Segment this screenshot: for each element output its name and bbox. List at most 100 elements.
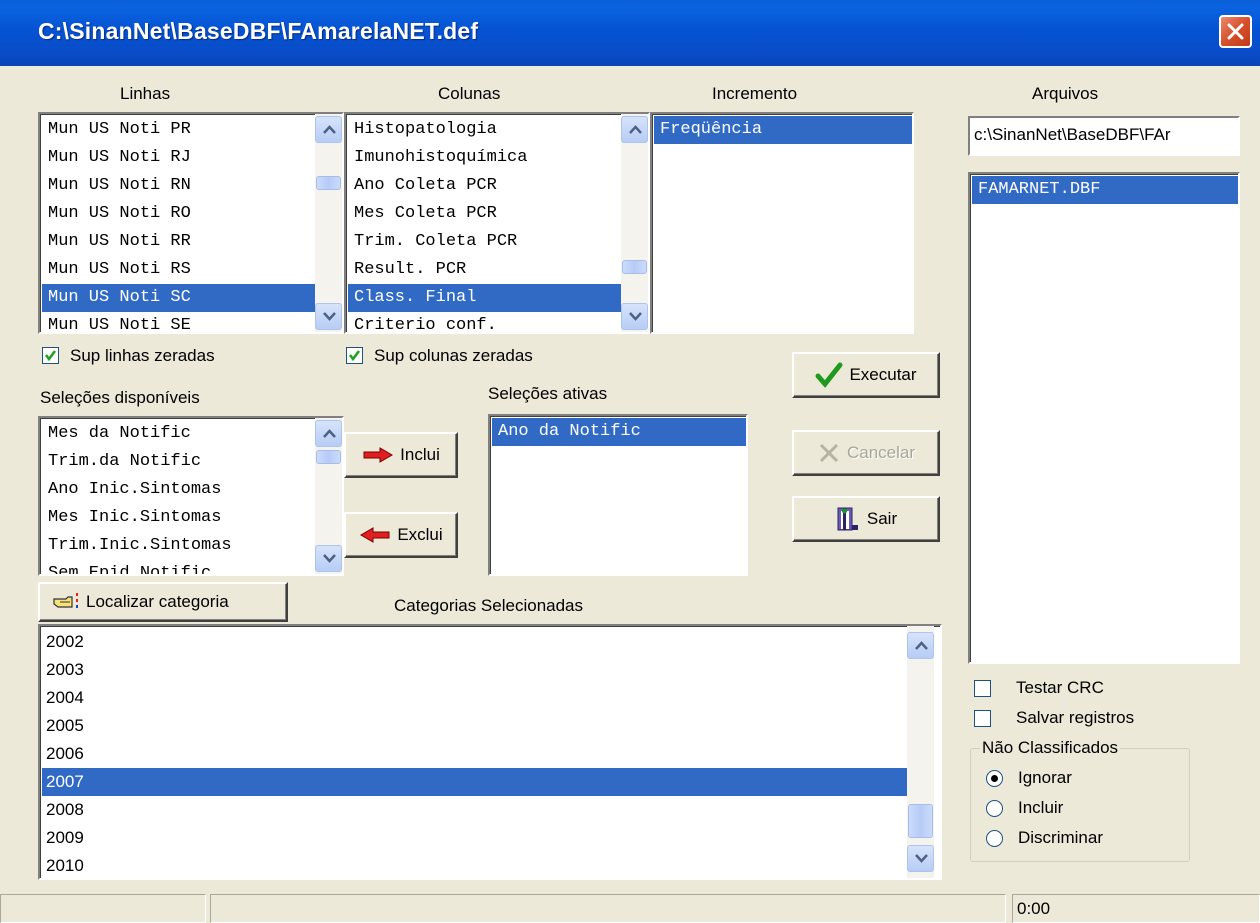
list-item[interactable]: 2010: [42, 852, 913, 878]
list-item[interactable]: Result. PCR: [348, 256, 621, 284]
arrow-right-icon: [363, 447, 394, 463]
exclui-label: Exclui: [397, 525, 443, 544]
scroll-up-button[interactable]: [315, 116, 342, 143]
linhas-label: Linhas: [120, 84, 171, 103]
scroll-down-button[interactable]: [907, 845, 934, 872]
scroll-down-button[interactable]: [621, 303, 648, 330]
list-item[interactable]: 2005: [42, 712, 913, 740]
list-item[interactable]: 2006: [42, 740, 913, 768]
list-item[interactable]: 2004: [42, 684, 913, 712]
scroll-thumb[interactable]: [622, 260, 647, 274]
list-item[interactable]: Mes da Notific: [42, 420, 315, 448]
arquivos-listbox[interactable]: FAMARNET.DBF: [968, 172, 1240, 664]
list-item-selected[interactable]: Freqüência: [654, 116, 912, 144]
checkmark-icon: [348, 350, 361, 362]
linhas-listbox[interactable]: Mun US Noti PR Mun US Noti RJ Mun US Not…: [38, 112, 344, 334]
list-item[interactable]: Trim. Coleta PCR: [348, 228, 621, 256]
colunas-label: Colunas: [438, 84, 501, 103]
sup-linhas-label: Sup linhas zeradas: [70, 346, 215, 365]
list-item[interactable]: 2009: [42, 824, 913, 852]
arquivos-path-field[interactable]: c:\SinanNet\BaseDBF\FAr: [968, 116, 1240, 156]
list-item[interactable]: Mun US Noti RN: [42, 172, 315, 200]
salvar-registros-checkbox[interactable]: [974, 710, 991, 727]
list-item-selected[interactable]: FAMARNET.DBF: [972, 176, 1238, 204]
close-icon: [1227, 23, 1244, 40]
scroll-up-button[interactable]: [621, 116, 648, 143]
sup-colunas-checkbox[interactable]: [346, 347, 363, 364]
chevron-up-icon: [323, 125, 336, 134]
testar-crc-checkbox[interactable]: [974, 680, 991, 697]
list-item-selected[interactable]: Class. Final: [348, 284, 621, 312]
list-item[interactable]: Imunohistoquímica: [348, 144, 621, 172]
list-item-selected[interactable]: Ano da Notific: [492, 418, 746, 446]
cancel-x-icon: [819, 443, 839, 463]
list-item-selected[interactable]: 2007: [42, 768, 913, 796]
vertical-scrollbar[interactable]: [907, 626, 934, 878]
chevron-down-icon: [323, 312, 336, 321]
list-item[interactable]: Ano Inic.Sintomas: [42, 476, 315, 504]
nao-classificados-legend: Não Classificados: [980, 738, 1121, 758]
scroll-up-button[interactable]: [907, 632, 934, 659]
list-item[interactable]: Trim.Inic.Sintomas: [42, 532, 315, 560]
vertical-scrollbar[interactable]: [315, 114, 342, 332]
pointing-hand-icon: [53, 593, 78, 608]
sup-colunas-label: Sup colunas zeradas: [374, 346, 533, 365]
incluir-label: Incluir: [1018, 798, 1064, 817]
list-item[interactable]: Mes Inic.Sintomas: [42, 504, 315, 532]
selecoes-ativas-listbox[interactable]: Ano da Notific: [488, 414, 748, 576]
list-item[interactable]: Ano Coleta PCR: [348, 172, 621, 200]
localizar-label: Localizar categoria: [86, 592, 229, 611]
list-item[interactable]: Mun US Noti SE: [42, 312, 315, 332]
incremento-listbox[interactable]: Freqüência: [650, 112, 914, 334]
scroll-down-button[interactable]: [315, 303, 342, 330]
list-item[interactable]: Histopatologia: [348, 116, 621, 144]
selecoes-disponiveis-listbox[interactable]: Mes da Notific Trim.da Notific Ano Inic.…: [38, 416, 344, 576]
inclui-button[interactable]: Inclui: [344, 432, 458, 478]
inclui-label: Inclui: [400, 445, 440, 464]
cancelar-button[interactable]: Cancelar: [792, 430, 940, 476]
selecoes-ativas-label: Seleções ativas: [488, 384, 608, 403]
sup-linhas-checkbox[interactable]: [42, 347, 59, 364]
incremento-label: Incremento: [712, 84, 798, 103]
exclui-button[interactable]: Exclui: [344, 512, 458, 558]
categorias-listbox[interactable]: 2002 2003 2004 2005 2006 2007 2008 2009 …: [38, 624, 942, 880]
list-item[interactable]: 2002: [42, 628, 913, 656]
chevron-down-icon: [629, 312, 642, 321]
arquivos-label: Arquivos: [1032, 84, 1099, 103]
list-item[interactable]: Mun US Noti RS: [42, 256, 315, 284]
chevron-down-icon: [323, 554, 336, 563]
salvar-registros-label: Salvar registros: [1016, 708, 1135, 727]
list-item[interactable]: Trim.da Notific: [42, 448, 315, 476]
incluir-radio[interactable]: [986, 800, 1003, 817]
close-button[interactable]: [1219, 15, 1252, 48]
vertical-scrollbar[interactable]: [315, 418, 342, 574]
scroll-thumb[interactable]: [316, 176, 341, 190]
sair-label: Sair: [866, 509, 898, 528]
list-item[interactable]: Mes Coleta PCR: [348, 200, 621, 228]
chevron-up-icon: [629, 125, 642, 134]
discriminar-radio[interactable]: [986, 830, 1003, 847]
list-item[interactable]: Sem.Epid.Notific: [42, 560, 315, 574]
list-item[interactable]: 2003: [42, 656, 913, 684]
title-bar: C:\SinanNet\BaseDBF\FAmarelaNET.def: [0, 0, 1260, 66]
list-item-selected[interactable]: Mun US Noti SC: [42, 284, 315, 312]
sair-button[interactable]: Sair: [792, 496, 940, 542]
scroll-up-button[interactable]: [315, 420, 342, 447]
list-item[interactable]: Mun US Noti RJ: [42, 144, 315, 172]
scroll-down-button[interactable]: [315, 545, 342, 572]
localizar-categoria-button[interactable]: Localizar categoria: [38, 582, 288, 622]
chevron-up-icon: [915, 641, 928, 650]
chevron-up-icon: [323, 429, 336, 438]
list-item[interactable]: Criterio conf.: [348, 312, 621, 332]
list-item[interactable]: Mun US Noti RR: [42, 228, 315, 256]
list-item[interactable]: Mun US Noti PR: [42, 116, 315, 144]
cancelar-label: Cancelar: [846, 443, 916, 462]
list-item[interactable]: Mun US Noti RO: [42, 200, 315, 228]
executar-button[interactable]: Executar: [792, 352, 940, 398]
colunas-listbox[interactable]: Histopatologia Imunohistoquímica Ano Col…: [344, 112, 650, 334]
ignorar-radio[interactable]: [986, 770, 1003, 787]
scroll-thumb[interactable]: [908, 804, 933, 838]
list-item[interactable]: 2008: [42, 796, 913, 824]
scroll-thumb[interactable]: [316, 450, 341, 464]
vertical-scrollbar[interactable]: [621, 114, 648, 332]
